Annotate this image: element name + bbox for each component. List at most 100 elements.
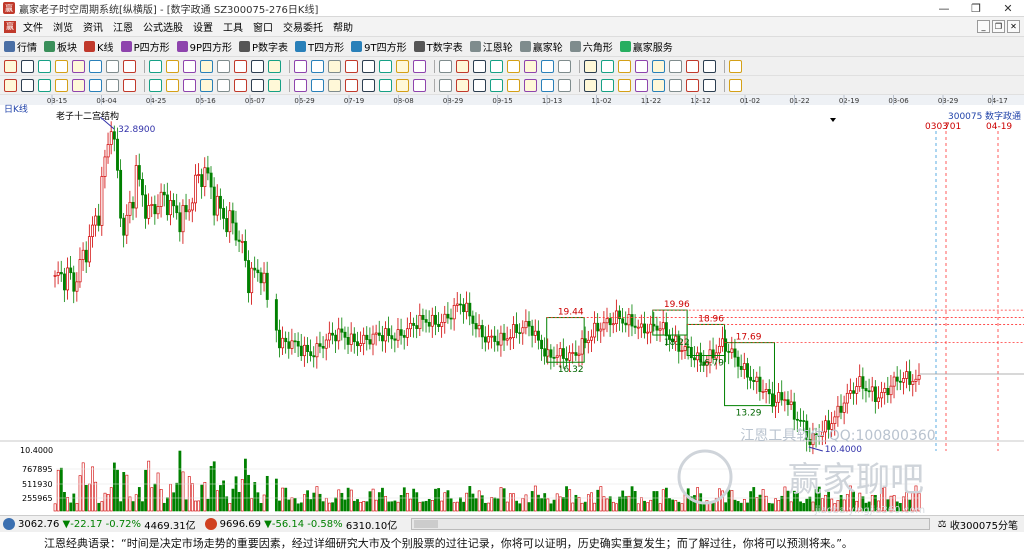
toolbar3-tool-icon[interactable] [473, 78, 486, 92]
toolbar-button-4[interactable]: 9P四方形 [176, 39, 232, 54]
toolbar2-tool-icon[interactable] [4, 59, 17, 73]
toolbar2-tool-icon[interactable] [166, 59, 179, 73]
minimize-button[interactable]: — [928, 0, 960, 16]
toolbar3-tool-icon[interactable] [635, 78, 648, 92]
toolbar3-tool-icon[interactable] [439, 78, 452, 92]
menu-file[interactable]: 文件 [18, 19, 48, 34]
toolbar-button-12[interactable]: 赢家服务 [619, 39, 673, 54]
horizontal-scrollbar[interactable] [411, 518, 930, 530]
toolbar2-tool-icon[interactable] [703, 59, 716, 73]
toolbar-button-9[interactable]: 江恩轮 [469, 39, 513, 54]
toolbar3-tool-icon[interactable] [362, 78, 375, 92]
toolbar2-tool-icon[interactable] [686, 59, 699, 73]
toolbar2-tool-icon[interactable] [635, 59, 648, 73]
toolbar-button-3[interactable]: P四方形 [120, 39, 170, 54]
toolbar2-tool-icon[interactable] [413, 59, 426, 73]
toolbar3-tool-icon[interactable] [123, 78, 136, 92]
toolbar3-tool-icon[interactable] [601, 78, 614, 92]
toolbar2-tool-icon[interactable] [251, 59, 264, 73]
toolbar3-tool-icon[interactable] [541, 78, 554, 92]
toolbar-button-10[interactable]: 赢家轮 [519, 39, 563, 54]
toolbar3-tool-icon[interactable] [584, 78, 597, 92]
toolbar2-tool-icon[interactable] [311, 59, 324, 73]
toolbar3-tool-icon[interactable] [234, 78, 247, 92]
toolbar3-tool-icon[interactable] [558, 78, 571, 92]
toolbar3-tool-icon[interactable] [686, 78, 699, 92]
toolbar-button-2[interactable]: K线 [84, 39, 114, 54]
toolbar2-tool-icon[interactable] [473, 59, 486, 73]
toolbar2-tool-icon[interactable] [106, 59, 119, 73]
toolbar2-tool-icon[interactable] [396, 59, 409, 73]
toolbar3-tool-icon[interactable] [89, 78, 102, 92]
toolbar3-tool-icon[interactable] [149, 78, 162, 92]
toolbar3-tool-icon[interactable] [524, 78, 537, 92]
sz-index-segment[interactable]: 9696.69 ▼-56.14 -0.58% 6310.10亿 [202, 517, 397, 532]
toolbar2-tool-icon[interactable] [294, 59, 307, 73]
toolbar3-tool-icon[interactable] [21, 78, 34, 92]
tick-detail-label[interactable]: ⚖ 收300075分笔 [938, 517, 1018, 532]
menu-help[interactable]: 帮助 [328, 19, 358, 34]
toolbar3-tool-icon[interactable] [490, 78, 503, 92]
toolbar3-tool-icon[interactable] [729, 78, 742, 92]
mdi-minimize-button[interactable]: _ [977, 20, 990, 33]
toolbar2-tool-icon[interactable] [541, 59, 554, 73]
toolbar3-tool-icon[interactable] [507, 78, 520, 92]
toolbar2-tool-icon[interactable] [558, 59, 571, 73]
menu-window[interactable]: 窗口 [248, 19, 278, 34]
toolbar2-tool-icon[interactable] [379, 59, 392, 73]
toolbar2-tool-icon[interactable] [601, 59, 614, 73]
toolbar3-tool-icon[interactable] [38, 78, 51, 92]
toolbar2-tool-icon[interactable] [669, 59, 682, 73]
toolbar3-tool-icon[interactable] [217, 78, 230, 92]
toolbar2-tool-icon[interactable] [584, 59, 597, 73]
toolbar3-tool-icon[interactable] [345, 78, 358, 92]
toolbar3-tool-icon[interactable] [413, 78, 426, 92]
toolbar2-tool-icon[interactable] [149, 59, 162, 73]
toolbar3-tool-icon[interactable] [72, 78, 85, 92]
toolbar2-tool-icon[interactable] [439, 59, 452, 73]
toolbar2-tool-icon[interactable] [123, 59, 136, 73]
toolbar-button-6[interactable]: T四方形 [295, 39, 344, 54]
toolbar3-tool-icon[interactable] [268, 78, 281, 92]
toolbar3-tool-icon[interactable] [396, 78, 409, 92]
toolbar2-tool-icon[interactable] [89, 59, 102, 73]
maximize-button[interactable]: ❐ [960, 0, 992, 16]
toolbar3-tool-icon[interactable] [456, 78, 469, 92]
toolbar2-tool-icon[interactable] [21, 59, 34, 73]
toolbar2-tool-icon[interactable] [490, 59, 503, 73]
toolbar2-tool-icon[interactable] [234, 59, 247, 73]
toolbar3-tool-icon[interactable] [55, 78, 68, 92]
toolbar2-tool-icon[interactable] [183, 59, 196, 73]
menu-info[interactable]: 资讯 [78, 19, 108, 34]
toolbar2-tool-icon[interactable] [217, 59, 230, 73]
toolbar3-tool-icon[interactable] [106, 78, 119, 92]
toolbar2-tool-icon[interactable] [729, 59, 742, 73]
toolbar3-tool-icon[interactable] [379, 78, 392, 92]
toolbar2-tool-icon[interactable] [328, 59, 341, 73]
toolbar-button-7[interactable]: 9T四方形 [351, 39, 407, 54]
toolbar2-tool-icon[interactable] [38, 59, 51, 73]
toolbar3-tool-icon[interactable] [618, 78, 631, 92]
toolbar3-tool-icon[interactable] [4, 78, 17, 92]
toolbar2-tool-icon[interactable] [345, 59, 358, 73]
toolbar2-tool-icon[interactable] [72, 59, 85, 73]
toolbar2-tool-icon[interactable] [618, 59, 631, 73]
toolbar3-tool-icon[interactable] [703, 78, 716, 92]
toolbar2-tool-icon[interactable] [200, 59, 213, 73]
menu-formula[interactable]: 公式选股 [138, 19, 188, 34]
toolbar2-tool-icon[interactable] [456, 59, 469, 73]
toolbar2-tool-icon[interactable] [507, 59, 520, 73]
toolbar-button-5[interactable]: P数字表 [239, 39, 288, 54]
toolbar2-tool-icon[interactable] [524, 59, 537, 73]
toolbar3-tool-icon[interactable] [183, 78, 196, 92]
toolbar2-tool-icon[interactable] [268, 59, 281, 73]
toolbar3-tool-icon[interactable] [200, 78, 213, 92]
toolbar3-tool-icon[interactable] [294, 78, 307, 92]
menu-browse[interactable]: 浏览 [48, 19, 78, 34]
kline-chart-area[interactable]: 03-15 04-04 04-25 05-16 06-07 06-29 07-19 08-08… [0, 95, 1024, 516]
dropdown-arrow-icon[interactable] [830, 118, 836, 122]
toolbar3-tool-icon[interactable] [166, 78, 179, 92]
sh-index-segment[interactable]: 3062.76 ▼-22.17 -0.72% 4469.31亿 [0, 517, 196, 532]
kline-chart[interactable]: 03-15 04-04 04-25 05-16 06-07 06-29 07-19 08-08… [0, 95, 1024, 516]
close-button[interactable]: ✕ [992, 0, 1024, 16]
